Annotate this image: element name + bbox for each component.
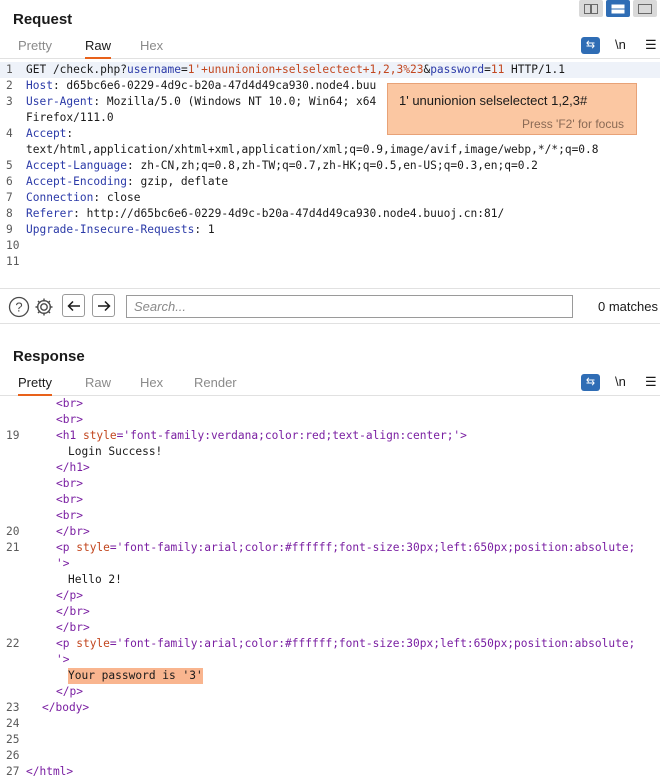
word-wrap-icon[interactable]: ⇆ bbox=[581, 37, 600, 54]
response-line: </h1> bbox=[56, 461, 90, 474]
search-bar: ? 0 matches bbox=[0, 288, 660, 324]
request-line-6: 6 Accept-Encoding: gzip, deflate bbox=[6, 175, 229, 188]
decode-tooltip: 1' ununionion selselectect 1,2,3# Press … bbox=[387, 83, 637, 135]
tab-render[interactable]: Render bbox=[194, 372, 237, 396]
response-line-26: 26 bbox=[6, 749, 20, 762]
menu-icon[interactable]: ☰ bbox=[645, 374, 657, 390]
request-line-9: 9 Upgrade-Insecure-Requests: 1 bbox=[6, 223, 215, 236]
request-line-10: 10 bbox=[6, 239, 20, 252]
response-line: </br> bbox=[56, 605, 90, 618]
newline-toggle[interactable]: \n bbox=[615, 37, 626, 52]
search-previous-button[interactable] bbox=[62, 294, 85, 317]
match-count: 0 matches bbox=[598, 299, 658, 314]
response-line-23: 23 </body> bbox=[6, 701, 90, 714]
split-horizontal-icon[interactable] bbox=[579, 0, 603, 17]
response-line: <br> bbox=[56, 477, 83, 490]
response-line: '> bbox=[56, 653, 70, 666]
menu-icon[interactable]: ☰ bbox=[645, 37, 657, 53]
response-line: Login Success! bbox=[68, 445, 163, 458]
request-title: Request bbox=[13, 11, 73, 28]
response-line-25: 25 bbox=[6, 733, 20, 746]
response-line: </br> bbox=[56, 621, 90, 634]
response-line: '> bbox=[56, 557, 70, 570]
request-line-7: 7 Connection: close bbox=[6, 191, 141, 204]
request-line-11: 11 bbox=[6, 255, 20, 268]
response-line: <br> bbox=[56, 493, 83, 506]
svg-text:?: ? bbox=[15, 300, 22, 315]
tab-pretty[interactable]: Pretty bbox=[18, 35, 52, 59]
response-line: Your password is '3' bbox=[0, 668, 660, 684]
request-line-4-wrap: text/html,application/xhtml+xml,applicat… bbox=[26, 143, 599, 156]
search-next-button[interactable] bbox=[92, 294, 115, 317]
request-line-1: 1 GET /check.php?username=1'+ununionion+… bbox=[0, 62, 660, 78]
response-line: <br> bbox=[56, 413, 83, 426]
settings-gear-icon[interactable] bbox=[33, 296, 55, 318]
response-line-19: 19 <h1 style='font-family:verdana;color:… bbox=[6, 429, 467, 442]
search-input[interactable] bbox=[126, 295, 573, 318]
word-wrap-icon[interactable]: ⇆ bbox=[581, 374, 600, 391]
help-icon[interactable]: ? bbox=[8, 296, 30, 318]
response-line: Hello 2! bbox=[68, 573, 122, 586]
view-layout-switch bbox=[579, 0, 660, 18]
highlighted-password-text: Your password is '3' bbox=[68, 668, 203, 684]
response-line-27: 27 </html> bbox=[6, 765, 74, 778]
response-line-21: 21 <p style='font-family:arial;color:#ff… bbox=[6, 541, 636, 554]
single-pane-icon[interactable] bbox=[633, 0, 657, 17]
request-line-5: 5 Accept-Language: zh-CN,zh;q=0.8,zh-TW;… bbox=[6, 159, 538, 172]
split-vertical-icon[interactable] bbox=[606, 0, 630, 17]
response-title: Response bbox=[13, 348, 85, 365]
response-line: </p> bbox=[56, 589, 83, 602]
newline-toggle[interactable]: \n bbox=[615, 374, 626, 389]
tooltip-decoded-text: 1' ununionion selselectect 1,2,3# bbox=[399, 93, 588, 108]
response-tabs: Pretty Raw Hex Render ⇆ \n ☰ bbox=[0, 372, 660, 396]
response-line-20: 20 </br> bbox=[6, 525, 90, 538]
tab-pretty[interactable]: Pretty bbox=[18, 372, 52, 396]
tooltip-hint: Press 'F2' for focus bbox=[522, 117, 624, 131]
tab-raw[interactable]: Raw bbox=[85, 35, 112, 59]
tab-hex[interactable]: Hex bbox=[140, 35, 163, 59]
request-tabs: Pretty Raw Hex ⇆ \n ☰ bbox=[0, 35, 660, 59]
tab-hex[interactable]: Hex bbox=[140, 372, 163, 396]
tab-raw[interactable]: Raw bbox=[85, 372, 111, 396]
response-line: <br> bbox=[56, 509, 83, 522]
response-line-22: 22 <p style='font-family:arial;color:#ff… bbox=[6, 637, 636, 650]
response-line-24: 24 bbox=[6, 717, 20, 730]
response-line: </p> bbox=[56, 685, 83, 698]
request-line-8: 8 Referer: http://d65bc6e6-0229-4d9c-b20… bbox=[6, 207, 505, 220]
response-line: <br> bbox=[56, 397, 83, 410]
